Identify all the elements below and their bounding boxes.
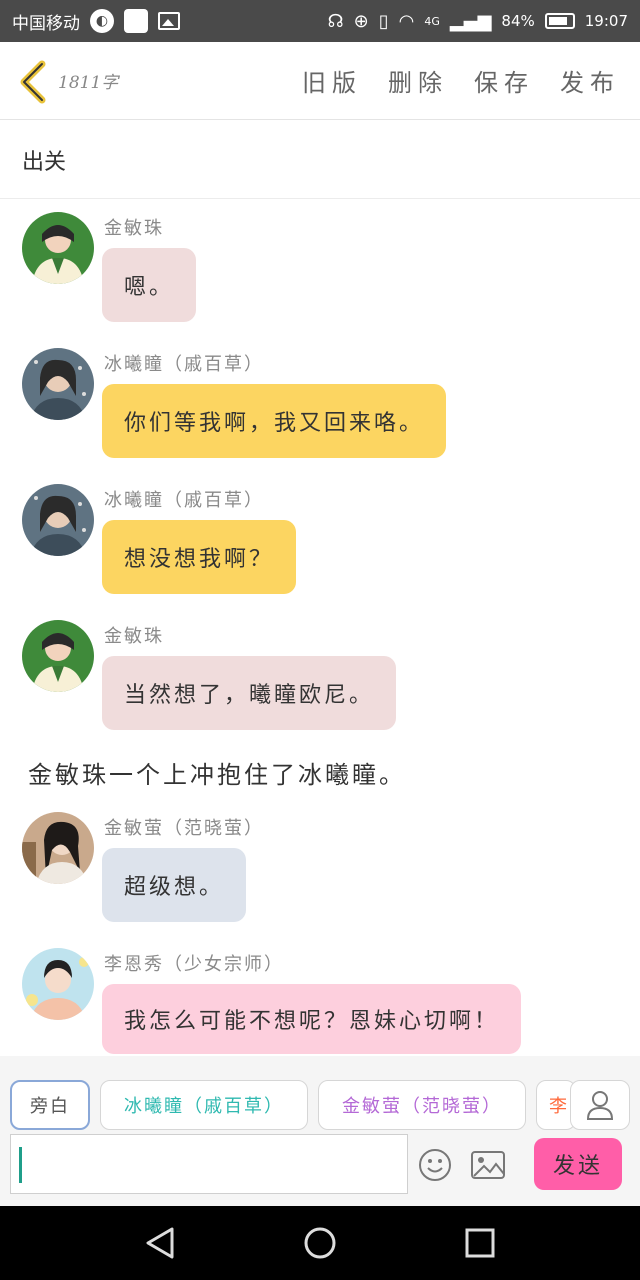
sender-name: 李恩秀（少女宗师）: [104, 954, 284, 975]
battery-icon: [544, 13, 575, 29]
chevron-left-icon: [20, 60, 46, 103]
chip-narration[interactable]: 旁白: [10, 1080, 90, 1130]
back-nav-icon[interactable]: [144, 1226, 176, 1260]
narration-text[interactable]: 金敏珠一个上冲抱住了冰曦瞳。: [28, 755, 406, 790]
emoji-button[interactable]: [418, 1148, 452, 1186]
signal-icon: ▂▄▆: [449, 10, 492, 32]
title-bar: 1811字 旧版 删除 保存 发布: [0, 42, 640, 120]
network-label: 4G: [424, 14, 440, 28]
vibrate-icon: ▯: [378, 10, 389, 32]
data-saver-icon: ⊕: [353, 10, 369, 32]
send-button[interactable]: 发送: [534, 1138, 622, 1190]
publish-button[interactable]: 发布: [560, 63, 620, 98]
message-bubble[interactable]: 我怎么可能不想呢？恩妹心切啊！: [102, 984, 522, 1054]
sender-name: 冰曦瞳（戚百草）: [104, 354, 264, 375]
sender-name: 金敏珠: [104, 218, 164, 239]
add-character-button[interactable]: [570, 1080, 630, 1130]
sender-name: 金敏珠: [104, 626, 164, 647]
message-bubble[interactable]: 嗯。: [102, 248, 197, 322]
message-bubble[interactable]: 当然想了，曦瞳欧尼。: [102, 656, 397, 730]
avatar[interactable]: [22, 948, 94, 1020]
chip-character[interactable]: 金敏萤（范晓萤）: [318, 1080, 526, 1130]
avatar[interactable]: [22, 620, 94, 692]
wifi-icon: ◠: [398, 10, 415, 32]
avatar[interactable]: [22, 484, 94, 556]
image-button[interactable]: [470, 1150, 506, 1184]
chip-character[interactable]: 冰曦瞳（戚百草）: [100, 1080, 308, 1130]
save-button[interactable]: 保存: [474, 63, 534, 98]
gallery-notification-icon: [158, 12, 180, 30]
message-bubble[interactable]: 你们等我啊，我又回来咯。: [102, 384, 447, 458]
sender-name: 金敏萤（范晓萤）: [104, 818, 264, 839]
back-button[interactable]: [16, 42, 62, 120]
old-version-button[interactable]: 旧版: [302, 63, 362, 98]
message-bubble[interactable]: 想没想我啊？: [102, 520, 297, 594]
app-notification-icon: ◐: [90, 9, 114, 33]
avatar[interactable]: [22, 212, 94, 284]
recents-nav-icon[interactable]: [464, 1226, 496, 1260]
home-nav-icon[interactable]: [303, 1226, 337, 1260]
message-input[interactable]: [10, 1134, 408, 1194]
avatar[interactable]: [22, 812, 94, 884]
word-count: 1811字: [58, 73, 119, 93]
sender-name: 冰曦瞳（戚百草）: [104, 490, 264, 511]
clock: 19:07: [584, 12, 628, 30]
status-bar: 中国移动 ◐ ☊ ⊕ ▯ ◠ 4G ▂▄▆ 84% 19:07: [0, 0, 640, 42]
navigation-bar: [0, 1206, 640, 1280]
battery-percent: 84%: [501, 12, 535, 30]
emoji-icon: [419, 1149, 451, 1181]
message-bubble[interactable]: 超级想。: [102, 848, 247, 922]
message-list[interactable]: 金敏珠 嗯。 冰曦瞳（戚百草） 你们等我啊，我又回来咯。 冰曦瞳（戚百草） 想没…: [0, 200, 640, 1055]
delete-button[interactable]: 删除: [388, 63, 448, 98]
composer-panel: 旁白 冰曦瞳（戚百草） 金敏萤（范晓萤） 李 发送: [0, 1056, 640, 1206]
chapter-title[interactable]: 出关: [0, 121, 640, 199]
person-icon: [586, 1091, 614, 1120]
avatar[interactable]: [22, 348, 94, 420]
headphones-icon: ☊: [327, 10, 344, 32]
carrier-label: 中国移动: [12, 13, 80, 34]
image-icon: [471, 1151, 505, 1179]
notification-icon: [124, 9, 148, 33]
